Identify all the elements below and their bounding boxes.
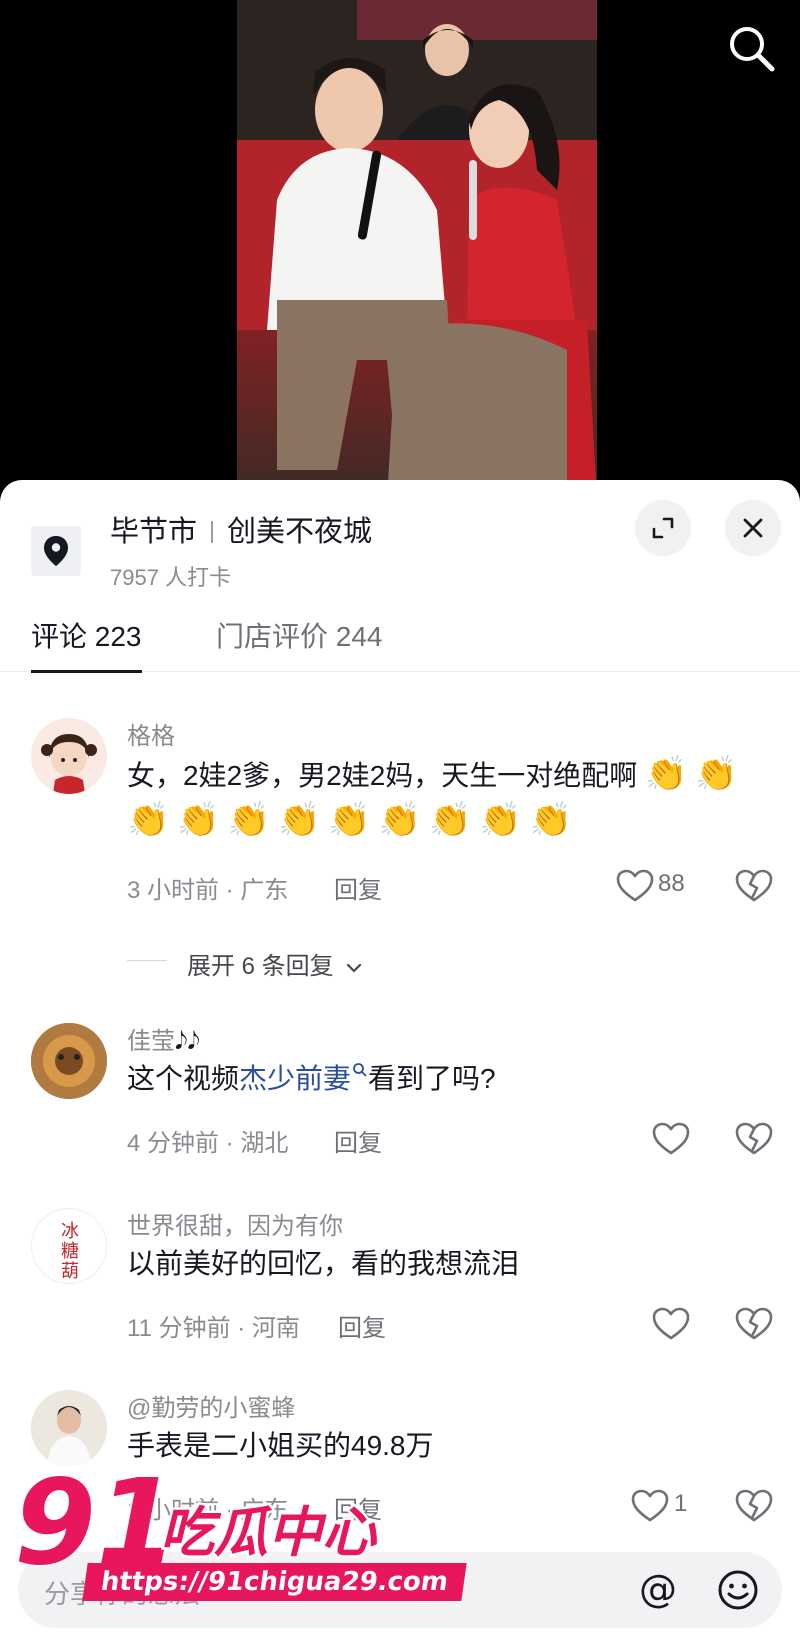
comment-text: 这个视频杰少前妻 看到了吗? bbox=[127, 1057, 787, 1101]
comment-meta: 1 小时前 · 广东 bbox=[127, 1497, 289, 1524]
clap-emoji: 👏 bbox=[695, 755, 738, 793]
clap-emoji: 👏 bbox=[278, 801, 321, 839]
avatar[interactable] bbox=[31, 718, 107, 794]
comment-text: 手表是二小姐买的49.8万 bbox=[127, 1430, 434, 1461]
heart-icon bbox=[652, 1307, 690, 1340]
comment-text-after: 看到了吗? bbox=[368, 1063, 496, 1094]
search-keyword-text: 杰少前妻 bbox=[239, 1063, 352, 1094]
like-count: 1 bbox=[674, 1490, 688, 1517]
comment-username-text: 佳莹 bbox=[127, 1028, 175, 1055]
smiley-icon bbox=[718, 1570, 758, 1610]
like-button[interactable] bbox=[651, 1121, 691, 1157]
avatar[interactable] bbox=[31, 1390, 107, 1466]
clap-emoji: 👏 bbox=[429, 801, 472, 839]
location-header: 毕节市 创美不夜城 7957 人打卡 bbox=[0, 480, 800, 600]
svg-text:冰: 冰 bbox=[61, 1221, 79, 1242]
video-player[interactable] bbox=[0, 0, 800, 500]
dislike-button[interactable] bbox=[734, 1121, 774, 1157]
reply-button[interactable]: 回复 bbox=[334, 1490, 382, 1525]
reply-button[interactable]: 回复 bbox=[338, 1308, 386, 1343]
comment-text: 以前美好的回忆，看的我想流泪 bbox=[127, 1248, 520, 1279]
search-button[interactable] bbox=[725, 22, 779, 76]
comment-text-body: 女，2娃2爹，男2娃2妈，天生一对绝配啊 bbox=[127, 760, 638, 791]
expand-divider bbox=[127, 960, 167, 961]
comment-username[interactable]: @勤劳的小蜜蜂 bbox=[127, 1388, 295, 1423]
comment-input-placeholder[interactable]: 分享你的想法 bbox=[44, 1574, 200, 1611]
comment-meta: 4 分钟前 · 湖北 bbox=[127, 1130, 289, 1157]
comment-meta: 11 分钟前 · 河南 bbox=[127, 1315, 300, 1342]
search-keyword-link[interactable]: 杰少前妻 bbox=[239, 1063, 368, 1094]
expand-button[interactable] bbox=[635, 500, 691, 556]
search-icon bbox=[730, 27, 775, 72]
search-keyword-icon bbox=[353, 1063, 367, 1077]
at-icon: @ bbox=[639, 1567, 677, 1611]
comment-item: 格格 女，2娃2爹，男2娃2妈，天生一对绝配啊 👏 👏👏 👏 👏 👏 👏 👏 👏 👏 👏 3 小时… bbox=[0, 718, 800, 988]
clap-emoji: 👏 bbox=[127, 801, 170, 839]
broken-heart-icon bbox=[735, 1307, 773, 1340]
location-place: 创美不夜城 bbox=[227, 516, 373, 548]
broken-heart-icon bbox=[735, 869, 773, 902]
clap-emoji: 👏 bbox=[378, 801, 422, 839]
tab-comments[interactable]: 评论 223 bbox=[31, 620, 142, 673]
video-still bbox=[237, 0, 597, 500]
comment-username[interactable]: 佳莹𝅘𝅥𝅮𝅘𝅥𝅮 bbox=[127, 1021, 200, 1056]
comment-item: 佳莹𝅘𝅥𝅮𝅘𝅥𝅮 这个视频杰少前妻 看到了吗? 4 分钟前 · 湖北 回复 bbox=[0, 1021, 800, 1157]
clap-emoji: 👏 bbox=[328, 801, 371, 839]
location-title[interactable]: 毕节市 创美不夜城 bbox=[110, 508, 372, 550]
mention-button[interactable]: @ bbox=[636, 1567, 680, 1612]
comment-sheet: 毕节市 创美不夜城 7957 人打卡 评论 223 门店评价 244 格格 女，… bbox=[0, 480, 800, 1635]
svg-text:糖: 糖 bbox=[61, 1241, 79, 1262]
comment-username[interactable]: 世界很甜，因为有你 bbox=[127, 1206, 343, 1241]
heart-icon bbox=[631, 1489, 669, 1522]
reply-button[interactable]: 回复 bbox=[334, 870, 382, 905]
checkin-count: 7957 人打卡 bbox=[110, 565, 232, 590]
svg-text:葫: 葫 bbox=[61, 1261, 79, 1282]
clap-emoji: 👏 bbox=[529, 801, 573, 839]
location-city: 毕节市 bbox=[110, 516, 198, 548]
like-count: 88 bbox=[658, 870, 685, 897]
broken-heart-icon bbox=[735, 1122, 773, 1155]
expand-replies-row[interactable]: 展开 6 条回复 bbox=[0, 946, 800, 980]
chevron-down-icon bbox=[347, 963, 362, 973]
dislike-button[interactable] bbox=[734, 868, 774, 904]
like-button[interactable] bbox=[651, 1306, 691, 1342]
comment-item: @勤劳的小蜜蜂 手表是二小姐买的49.8万 1 小时前 · 广东 回复 1 bbox=[0, 1390, 800, 1530]
music-note-suffix: 𝅘𝅥𝅮𝅘𝅥𝅮 bbox=[175, 1028, 200, 1055]
close-button[interactable] bbox=[725, 500, 781, 556]
tab-bar: 评论 223 门店评价 244 bbox=[0, 620, 800, 673]
clap-emoji: 👏 bbox=[227, 801, 271, 839]
comment-username[interactable]: 格格 bbox=[127, 716, 175, 751]
clap-emoji: 👏 bbox=[645, 755, 688, 793]
clap-emoji: 👏 bbox=[177, 801, 220, 839]
expand-replies-button[interactable]: 展开 6 条回复 bbox=[187, 946, 362, 981]
close-icon bbox=[743, 518, 763, 538]
clap-emoji: 👏 bbox=[479, 801, 522, 839]
tab-store-reviews[interactable]: 门店评价 244 bbox=[216, 620, 383, 672]
svg-text:@: @ bbox=[639, 1568, 677, 1611]
dislike-button[interactable] bbox=[734, 1488, 774, 1524]
like-button[interactable] bbox=[630, 1488, 670, 1524]
comment-input-bar[interactable]: 分享你的想法 @ bbox=[18, 1552, 782, 1628]
avatar[interactable] bbox=[31, 1023, 107, 1099]
expand-icon bbox=[652, 517, 674, 539]
comment-text-before: 这个视频 bbox=[127, 1063, 240, 1094]
comment-item: 冰 糖 葫 世界很甜，因为有你 以前美好的回忆，看的我想流泪 11 分钟前 · … bbox=[0, 1206, 800, 1342]
heart-icon bbox=[616, 869, 654, 902]
comment-text: 女，2娃2爹，男2娃2妈，天生一对绝配啊 👏 👏👏 👏 👏 👏 👏 👏 👏 👏 👏 bbox=[127, 752, 787, 844]
avatar[interactable]: 冰 糖 葫 bbox=[31, 1208, 107, 1284]
video-frame[interactable] bbox=[237, 0, 597, 500]
expand-replies-label: 展开 6 条回复 bbox=[187, 953, 334, 980]
like-button[interactable] bbox=[615, 868, 655, 904]
reply-button[interactable]: 回复 bbox=[334, 1123, 382, 1158]
dislike-button[interactable] bbox=[734, 1306, 774, 1342]
broken-heart-icon bbox=[735, 1489, 773, 1522]
comment-meta: 3 小时前 · 广东 bbox=[127, 877, 289, 904]
location-pin-icon bbox=[31, 526, 81, 576]
emoji-button[interactable] bbox=[716, 1568, 760, 1612]
heart-icon bbox=[652, 1122, 690, 1155]
title-divider bbox=[211, 521, 214, 543]
